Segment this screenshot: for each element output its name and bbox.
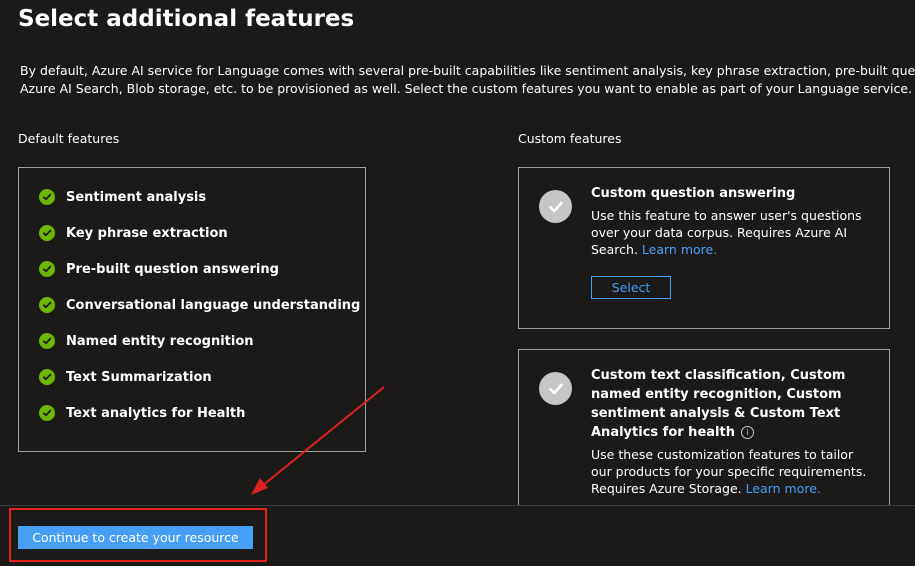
green-check-icon <box>39 297 55 313</box>
custom-features-label: Custom features <box>518 131 622 146</box>
card-title: Custom text classification, Custom named… <box>591 366 886 442</box>
card-title: Custom question answering <box>591 186 796 201</box>
default-feature-label: Conversational language understanding <box>66 297 361 313</box>
learn-more-link[interactable]: Learn more. <box>642 242 717 257</box>
default-feature-label: Pre-built question answering <box>66 261 279 277</box>
default-feature-item: Text analytics for Health <box>39 402 245 424</box>
default-feature-item: Text Summarization <box>39 366 212 388</box>
custom-question-answering-card: Custom question answering Use this featu… <box>518 167 890 329</box>
card-desc-text: Search. <box>591 242 638 257</box>
learn-more-link[interactable]: Learn more. <box>746 481 821 496</box>
card-description: Use these customization features to tail… <box>591 446 886 497</box>
default-feature-label: Named entity recognition <box>66 333 254 349</box>
default-feature-item: Conversational language understanding <box>39 294 360 316</box>
page-title: Select additional features <box>18 6 355 32</box>
custom-text-analytics-card: Custom text classification, Custom named… <box>518 349 890 519</box>
green-check-icon <box>39 369 55 385</box>
default-features-label: Default features <box>18 131 120 146</box>
card-title-text: Analytics for health <box>591 425 735 440</box>
default-feature-label: Key phrase extraction <box>66 225 228 241</box>
default-feature-item: Named entity recognition <box>39 330 254 352</box>
card-desc-line: Search. Learn more. <box>591 241 881 258</box>
default-features-box: Sentiment analysis Key phrase extraction… <box>18 167 366 452</box>
intro-text: By default, Azure AI service for Languag… <box>20 62 915 97</box>
card-title-line: sentiment analysis & Custom Text <box>591 406 841 421</box>
card-description: Use this feature to answer user's questi… <box>591 207 881 258</box>
card-desc-line: Use these customization features to tail… <box>591 447 854 462</box>
green-check-icon <box>39 225 55 241</box>
ellipsis-icon[interactable]: ··· <box>320 10 335 25</box>
continue-button[interactable]: Continue to create your resource <box>18 526 253 549</box>
green-check-icon <box>39 189 55 205</box>
card-desc-line: Requires Azure Storage. Learn more. <box>591 480 886 497</box>
card-desc-line: our products for your specific requireme… <box>591 464 867 479</box>
default-feature-label: Text Summarization <box>66 369 212 385</box>
default-feature-item: Sentiment analysis <box>39 186 206 208</box>
card-desc-line: over your data corpus. Requires Azure AI <box>591 225 848 240</box>
card-desc-text: Requires Azure Storage. <box>591 481 742 496</box>
default-feature-item: Key phrase extraction <box>39 222 228 244</box>
grey-check-icon <box>539 372 572 405</box>
green-check-icon <box>39 333 55 349</box>
info-icon[interactable]: i <box>740 426 754 439</box>
card-title-line: Custom text classification, Custom <box>591 368 846 383</box>
intro-line: Azure AI Search, Blob storage, etc. to b… <box>20 80 913 96</box>
intro-line: By default, Azure AI service for Languag… <box>20 63 915 78</box>
default-feature-label: Sentiment analysis <box>66 189 207 205</box>
card-title-line: named entity recognition, Custom <box>591 387 842 402</box>
card-desc-line: Use this feature to answer user's questi… <box>591 208 862 223</box>
default-feature-item: Pre-built question answering <box>39 258 279 280</box>
green-check-icon <box>39 405 55 421</box>
green-check-icon <box>39 261 55 277</box>
grey-check-icon <box>539 190 572 223</box>
select-button[interactable]: Select <box>591 276 671 299</box>
card-title-line: Analytics for health i <box>591 423 886 442</box>
default-feature-label: Text analytics for Health <box>66 405 246 421</box>
